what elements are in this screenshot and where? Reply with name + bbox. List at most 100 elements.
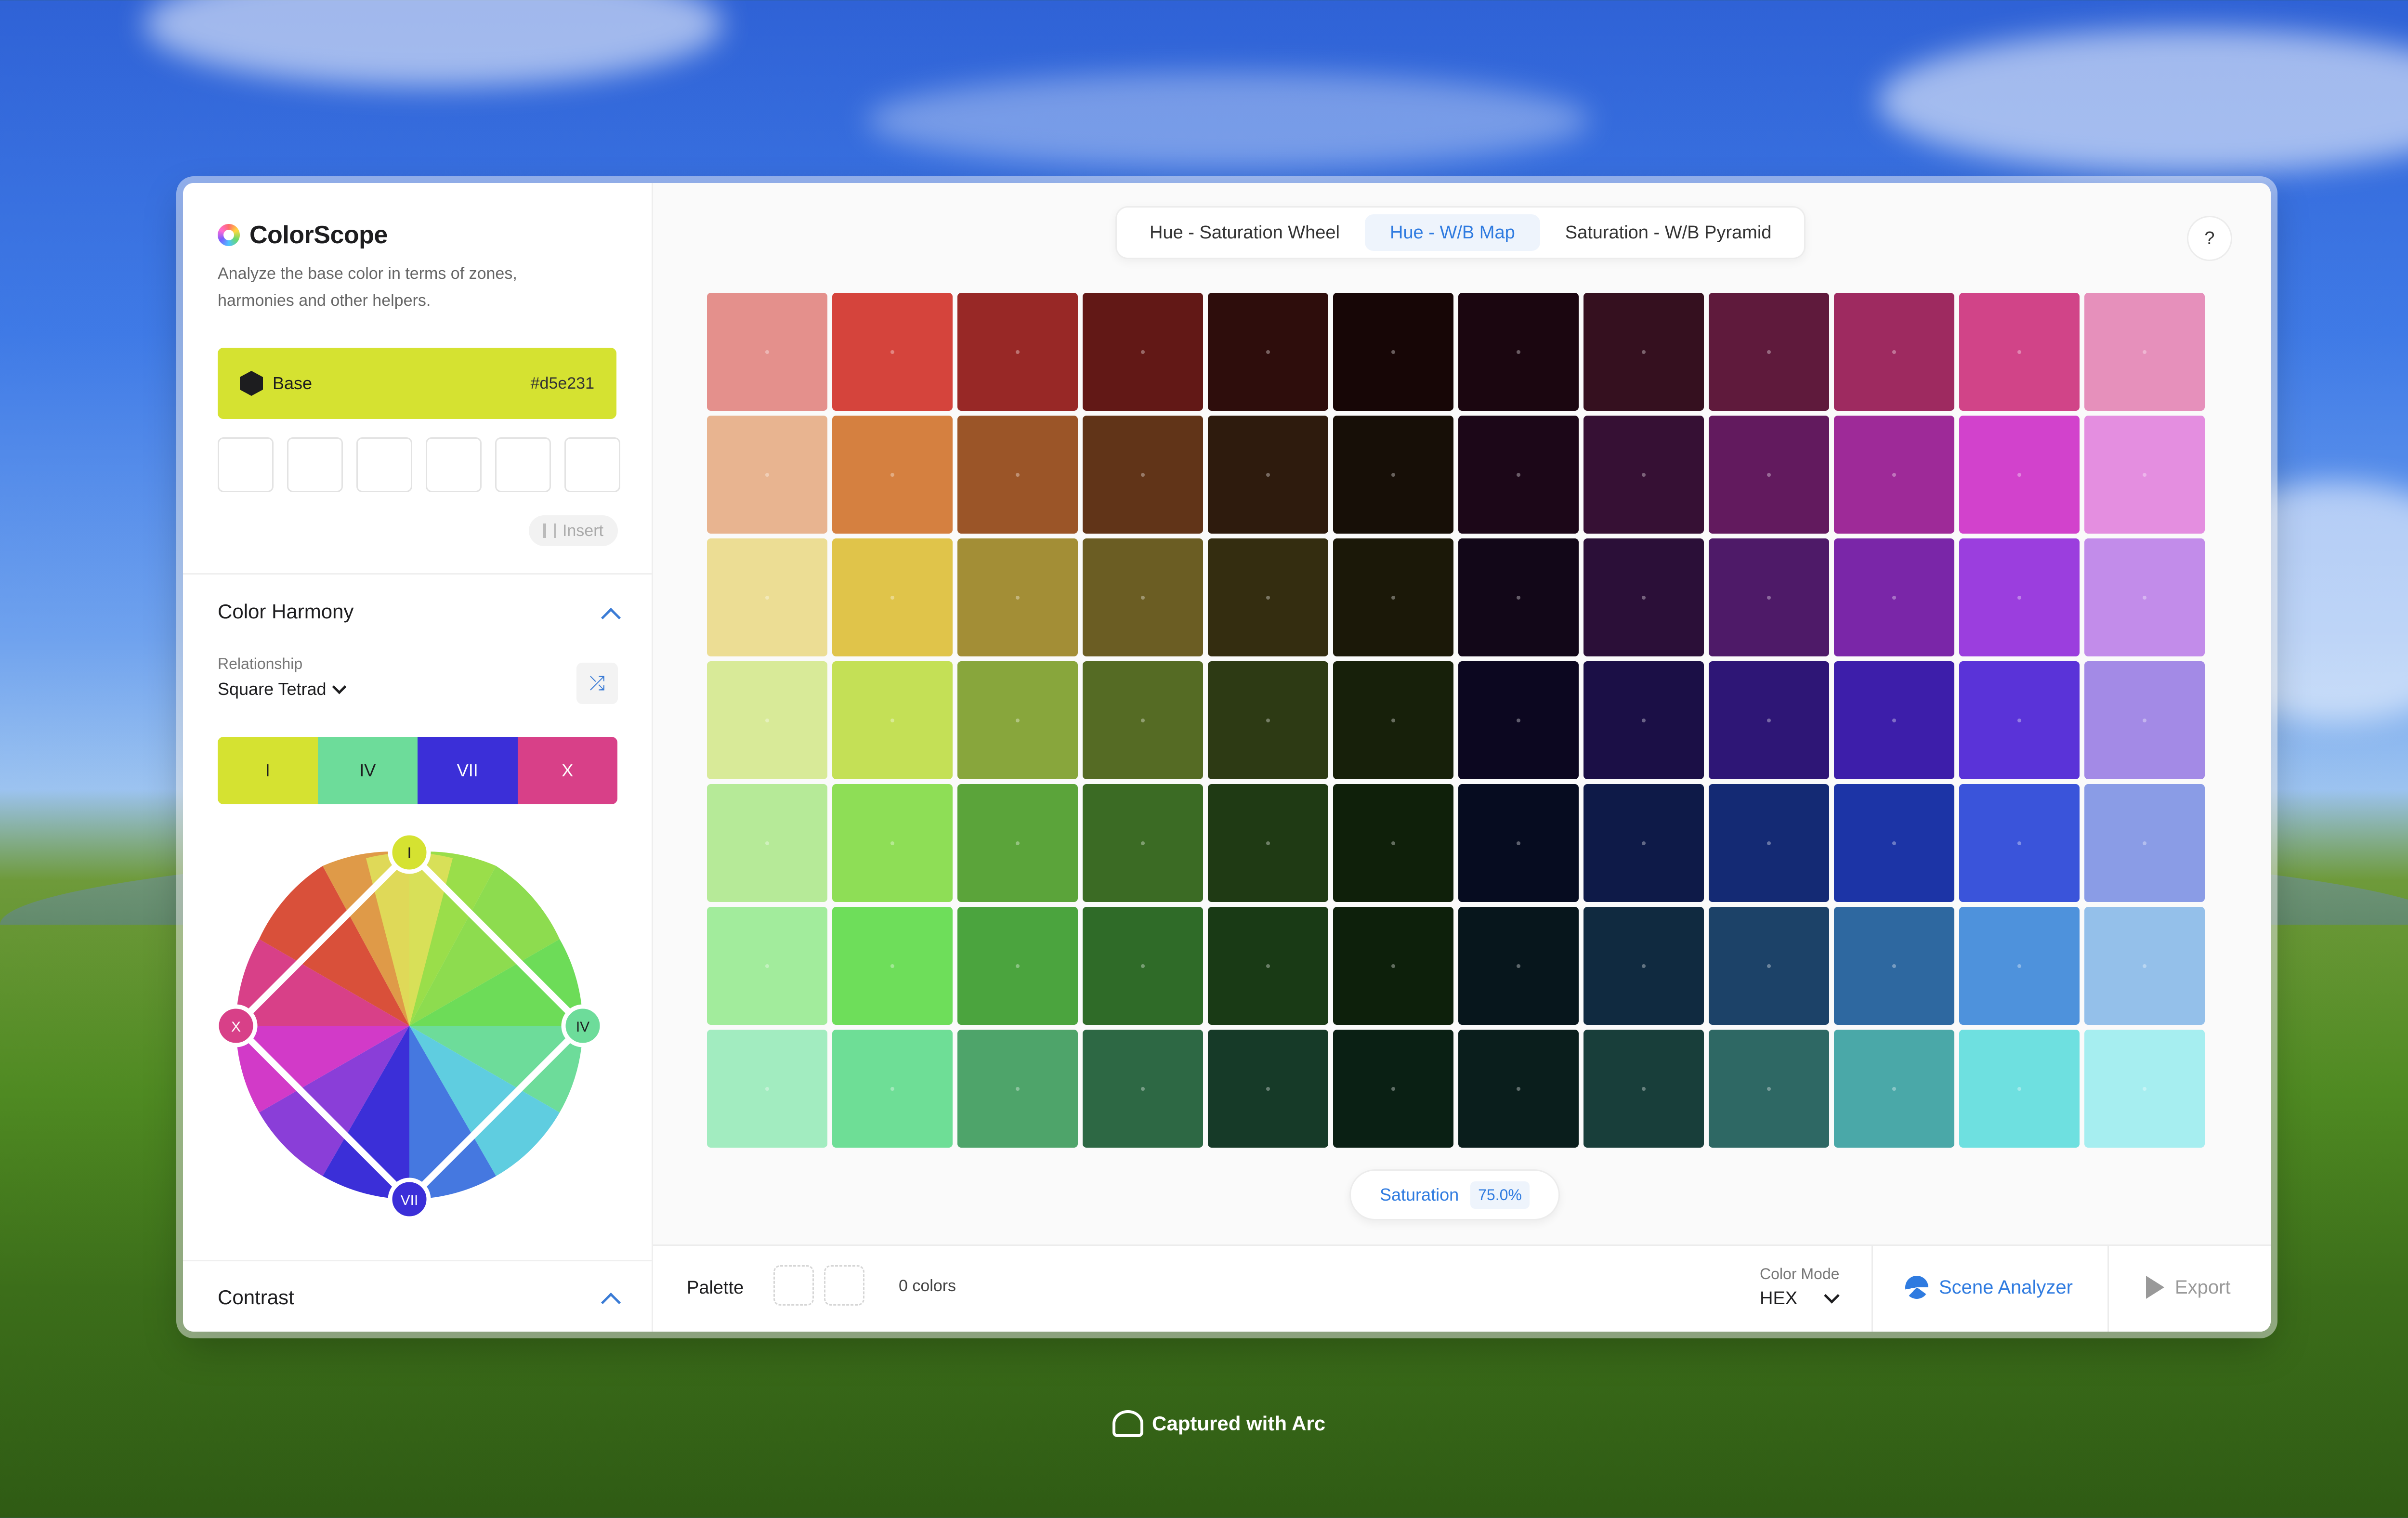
color-swatch-cell[interactable] [957, 416, 1078, 534]
color-swatch-cell[interactable] [707, 907, 827, 1025]
color-swatch-cell[interactable] [1709, 661, 1829, 779]
insert-button[interactable]: Insert [528, 515, 618, 546]
color-swatch-cell[interactable] [1709, 1030, 1829, 1148]
color-swatch-cell[interactable] [957, 1030, 1078, 1148]
color-swatch-cell[interactable] [2084, 661, 2205, 779]
color-swatch-cell[interactable] [832, 661, 953, 779]
tab-saturation-wb-pyramid[interactable]: Saturation - W/B Pyramid [1540, 214, 1797, 251]
color-swatch-cell[interactable] [1584, 661, 1704, 779]
collapse-chevron-icon[interactable] [601, 607, 621, 628]
color-slot[interactable] [218, 437, 274, 492]
color-swatch-cell[interactable] [1584, 784, 1704, 902]
color-swatch-cell[interactable] [957, 907, 1078, 1025]
scene-analyzer-button[interactable]: Scene Analyzer [1905, 1276, 2073, 1299]
color-swatch-cell[interactable] [1458, 661, 1579, 779]
color-swatch-cell[interactable] [1959, 293, 2080, 411]
color-swatch-cell[interactable] [1208, 1030, 1328, 1148]
base-color-card[interactable]: Base #d5e231 [218, 348, 616, 419]
color-swatch-cell[interactable] [1959, 907, 2080, 1025]
marker-x[interactable]: X [214, 1004, 258, 1047]
color-swatch-cell[interactable] [1083, 907, 1203, 1025]
color-swatch-cell[interactable] [1834, 784, 1954, 902]
color-swatch-cell[interactable] [1834, 907, 1954, 1025]
color-swatch-cell[interactable] [2084, 538, 2205, 656]
saturation-value[interactable]: 75.0% [1470, 1181, 1530, 1209]
harmony-color-wheel[interactable]: I IV VII X [207, 824, 612, 1228]
color-swatch-cell[interactable] [1333, 661, 1453, 779]
color-swatch-cell[interactable] [1458, 1030, 1579, 1148]
color-swatch-cell[interactable] [1834, 293, 1954, 411]
color-swatch-cell[interactable] [957, 784, 1078, 902]
color-slot[interactable] [356, 437, 412, 492]
color-swatch-cell[interactable] [832, 538, 953, 656]
color-swatch-cell[interactable] [2084, 293, 2205, 411]
color-swatch-cell[interactable] [1959, 661, 2080, 779]
color-slot[interactable] [495, 437, 551, 492]
color-swatch-cell[interactable] [1083, 416, 1203, 534]
color-mode-select[interactable]: HEX [1760, 1288, 1840, 1309]
color-swatch-cell[interactable] [1208, 416, 1328, 534]
color-swatch-cell[interactable] [957, 661, 1078, 779]
tab-hue-wb-map[interactable]: Hue - W/B Map [1364, 214, 1540, 251]
help-button[interactable]: ? [2187, 216, 2232, 261]
color-swatch-cell[interactable] [1083, 293, 1203, 411]
color-swatch-cell[interactable] [1458, 784, 1579, 902]
color-swatch-cell[interactable] [957, 538, 1078, 656]
color-swatch-cell[interactable] [1458, 907, 1579, 1025]
color-swatch-cell[interactable] [707, 538, 827, 656]
color-swatch-cell[interactable] [1208, 293, 1328, 411]
color-swatch-cell[interactable] [1083, 1030, 1203, 1148]
color-swatch-cell[interactable] [2084, 416, 2205, 534]
saturation-control[interactable]: Saturation 75.0% [1349, 1169, 1560, 1220]
color-swatch-cell[interactable] [2084, 784, 2205, 902]
color-swatch-cell[interactable] [1834, 538, 1954, 656]
color-swatch-cell[interactable] [1333, 1030, 1453, 1148]
marker-i[interactable]: I [388, 831, 431, 874]
shuffle-button[interactable]: ⤮ [576, 663, 618, 704]
color-swatch-cell[interactable] [832, 1030, 953, 1148]
color-slot[interactable] [287, 437, 343, 492]
color-swatch-cell[interactable] [1709, 907, 1829, 1025]
color-swatch-cell[interactable] [1083, 784, 1203, 902]
harmony-swatch-iv[interactable]: IV [317, 737, 418, 804]
color-slot[interactable] [564, 437, 620, 492]
color-swatch-cell[interactable] [1834, 661, 1954, 779]
color-swatch-cell[interactable] [1333, 416, 1453, 534]
tab-hue-saturation-wheel[interactable]: Hue - Saturation Wheel [1125, 214, 1365, 251]
color-swatch-cell[interactable] [1458, 538, 1579, 656]
harmony-swatch-x[interactable]: X [517, 737, 617, 804]
color-swatch-cell[interactable] [1083, 661, 1203, 779]
color-swatch-cell[interactable] [1083, 538, 1203, 656]
color-swatch-cell[interactable] [1584, 538, 1704, 656]
color-swatch-cell[interactable] [1834, 416, 1954, 534]
color-swatch-cell[interactable] [1709, 293, 1829, 411]
marker-vii[interactable]: VII [388, 1178, 431, 1221]
color-swatch-cell[interactable] [1959, 538, 2080, 656]
collapse-chevron-icon[interactable] [601, 1292, 621, 1313]
color-swatch-cell[interactable] [1333, 784, 1453, 902]
color-swatch-cell[interactable] [1333, 907, 1453, 1025]
color-swatch-cell[interactable] [1208, 538, 1328, 656]
harmony-swatch-vii[interactable]: VII [418, 737, 518, 804]
color-swatch-cell[interactable] [957, 293, 1078, 411]
color-swatch-cell[interactable] [1208, 784, 1328, 902]
color-swatch-cell[interactable] [832, 416, 953, 534]
color-swatch-cell[interactable] [707, 1030, 827, 1148]
export-button[interactable]: Export [2146, 1276, 2231, 1299]
color-swatch-cell[interactable] [832, 293, 953, 411]
color-swatch-cell[interactable] [1333, 293, 1453, 411]
color-swatch-cell[interactable] [1584, 1030, 1704, 1148]
color-swatch-cell[interactable] [1584, 416, 1704, 534]
color-swatch-cell[interactable] [2084, 907, 2205, 1025]
color-swatch-cell[interactable] [707, 784, 827, 902]
color-swatch-cell[interactable] [707, 293, 827, 411]
color-swatch-cell[interactable] [1959, 784, 2080, 902]
palette-slot[interactable] [773, 1265, 814, 1306]
color-swatch-cell[interactable] [1709, 416, 1829, 534]
color-swatch-cell[interactable] [1458, 416, 1579, 534]
color-swatch-cell[interactable] [707, 416, 827, 534]
harmony-swatch-i[interactable]: I [218, 737, 318, 804]
color-swatch-cell[interactable] [832, 907, 953, 1025]
color-swatch-cell[interactable] [1834, 1030, 1954, 1148]
color-swatch-cell[interactable] [1208, 661, 1328, 779]
